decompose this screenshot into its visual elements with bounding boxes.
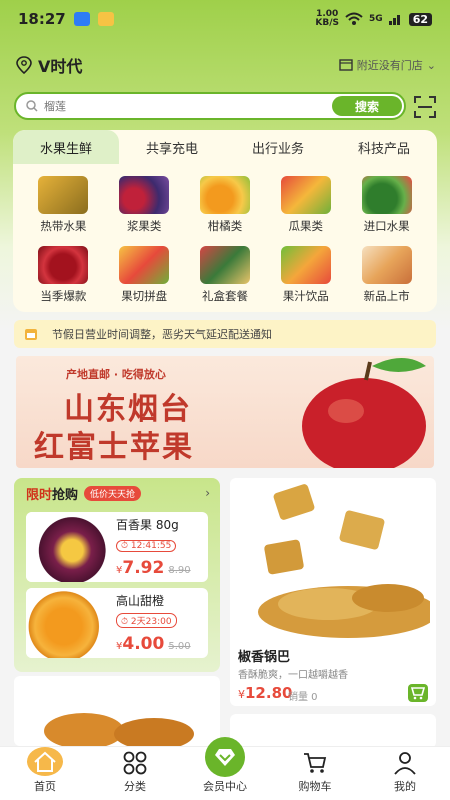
category-item[interactable]: 当季爆款 — [23, 246, 104, 304]
product-card-partial[interactable] — [230, 714, 436, 748]
banner-subtitle: 产地直邮 · 吃得放心 — [66, 368, 166, 381]
product-name: 椒香锅巴 — [238, 650, 291, 665]
category-tabs: 水果生鲜 共享充电 出行业务 科技产品 — [13, 130, 437, 164]
category-icon — [123, 751, 147, 775]
nav-category[interactable]: 分类 — [90, 747, 180, 800]
citrus-icon — [199, 176, 250, 214]
member-icon — [205, 737, 245, 777]
product-desc: 香酥脆爽，一口越嚼越香 — [238, 670, 348, 681]
flash-item-timer: ⏱ 2天23:00 — [116, 613, 177, 628]
search-button[interactable]: 搜索 — [332, 96, 402, 116]
nav-profile[interactable]: 我的 — [360, 747, 450, 800]
flash-item[interactable]: 高山甜橙 ⏱ 2天23:00 ¥4.00 5.00 — [26, 588, 208, 658]
network-speed: 1.00 KB/S — [315, 9, 340, 28]
status-bar: 18:27 1.00 KB/S 5G 62 — [0, 0, 450, 38]
store-label: 附近没有门店 — [356, 59, 423, 72]
store-icon — [339, 59, 353, 71]
category-item[interactable]: 果汁饮品 — [265, 246, 346, 304]
flash-item-name: 高山甜橙 — [116, 594, 165, 608]
location-name[interactable]: V时代 — [38, 53, 82, 77]
store-selector[interactable]: 附近没有门店 ⌄ — [339, 57, 436, 73]
battery-level: 62 — [408, 12, 432, 26]
category-item[interactable]: 浆果类 — [104, 176, 185, 234]
berries-icon — [119, 176, 170, 214]
fruit-platter-icon — [119, 246, 170, 284]
nav-cart[interactable]: 购物车 — [270, 747, 360, 800]
status-time: 18:27 — [18, 10, 66, 28]
product-card-partial[interactable] — [14, 676, 220, 746]
promo-banner[interactable]: 产地直邮 · 吃得放心 山东烟台 红富士苹果 — [16, 356, 434, 468]
product-card[interactable]: 椒香锅巴 香酥脆爽，一口越嚼越香 ¥12.80 销量 0 — [230, 478, 436, 706]
durian-icon — [38, 176, 89, 214]
flash-item[interactable]: 百香果 80g ⏱ 12:41:55 ¥7.92 8.90 — [26, 512, 208, 582]
melon-icon — [280, 176, 331, 214]
notice-text: 节假日营业时间调整，恶劣天气延迟配送通知 — [52, 328, 272, 341]
passion-fruit-image — [26, 512, 110, 582]
category-item[interactable]: 热带水果 — [23, 176, 104, 234]
category-item[interactable]: 果切拼盘 — [104, 246, 185, 304]
orange-image — [26, 588, 110, 658]
category-item[interactable]: 柑橘类 — [185, 176, 266, 234]
flash-sale-header[interactable]: 限时 抢购 低价天天抢 › — [14, 478, 220, 508]
wifi-icon — [345, 12, 363, 25]
search-icon — [26, 100, 38, 112]
tab-shared-charging[interactable]: 共享充电 — [119, 130, 225, 164]
watermelon-icon — [361, 176, 412, 214]
category-panel: 水果生鲜 共享充电 出行业务 科技产品 热带水果 浆果类 柑橘类 瓜果类 进口水… — [13, 130, 437, 312]
flash-badge: 低价天天抢 — [84, 485, 142, 501]
notice-bar[interactable]: 节假日营业时间调整，恶劣天气延迟配送通知 — [14, 320, 436, 348]
flash-title-red: 限时 — [26, 487, 53, 503]
bottom-nav: 首页 分类 会员中心 购物车 我的 — [0, 737, 450, 800]
nav-home[interactable]: 首页 — [0, 747, 90, 800]
user-icon — [394, 752, 416, 775]
category-grid: 热带水果 浆果类 柑橘类 瓜果类 进口水果 当季爆款 果切拼盘 礼盒套餐 果汁饮… — [13, 164, 437, 304]
search-bar: 搜索 — [14, 92, 406, 120]
tab-fresh-fruit[interactable]: 水果生鲜 — [13, 130, 119, 164]
juice-icon — [280, 246, 331, 284]
crispy-rice-image — [258, 484, 430, 638]
category-item[interactable]: 进口水果 — [346, 176, 427, 234]
scan-icon[interactable] — [414, 96, 436, 118]
add-to-cart-button[interactable] — [408, 684, 428, 702]
shopping-cart-icon — [304, 753, 327, 773]
cart-icon — [410, 687, 426, 700]
twist-pastry-image — [44, 713, 194, 746]
chevron-right-icon: › — [205, 486, 210, 500]
chevron-down-icon: ⌄ — [426, 58, 436, 72]
tab-travel[interactable]: 出行业务 — [225, 130, 331, 164]
location-bar: V时代 附近没有门店 ⌄ — [16, 52, 436, 78]
cherry-icon — [38, 246, 89, 284]
category-item[interactable]: 礼盒套餐 — [185, 246, 266, 304]
signal-icon — [388, 15, 400, 25]
gift-box-icon — [199, 246, 250, 284]
category-item[interactable]: 瓜果类 — [265, 176, 346, 234]
category-item[interactable]: 新品上市 — [346, 246, 427, 304]
flash-sale-card: 限时 抢购 低价天天抢 › 百香果 80g ⏱ 12:41:55 ¥7.92 8.… — [14, 478, 220, 672]
flash-item-price: ¥4.00 5.00 — [116, 634, 191, 654]
new-products-icon — [361, 246, 412, 284]
message-app-icon — [97, 12, 114, 26]
signal-label: 5G — [369, 14, 383, 24]
search-input[interactable] — [44, 99, 304, 113]
home-icon — [27, 747, 63, 776]
product-sold: 销量 0 — [288, 692, 318, 703]
flash-item-price: ¥7.92 8.90 — [116, 558, 191, 578]
calendar-icon — [25, 329, 37, 340]
flash-item-timer: ⏱ 12:41:55 — [116, 540, 177, 552]
product-price: ¥12.80 — [238, 684, 293, 702]
tab-tech[interactable]: 科技产品 — [331, 130, 437, 164]
banner-line2: 红富士苹果 — [34, 430, 194, 465]
phone-app-icon — [73, 12, 90, 26]
location-pin-icon — [16, 56, 32, 74]
flash-item-name: 百香果 80g — [116, 518, 179, 532]
nav-member[interactable]: 会员中心 — [180, 737, 270, 800]
flash-title-black: 抢购 — [52, 487, 79, 503]
apple-image — [302, 358, 426, 468]
